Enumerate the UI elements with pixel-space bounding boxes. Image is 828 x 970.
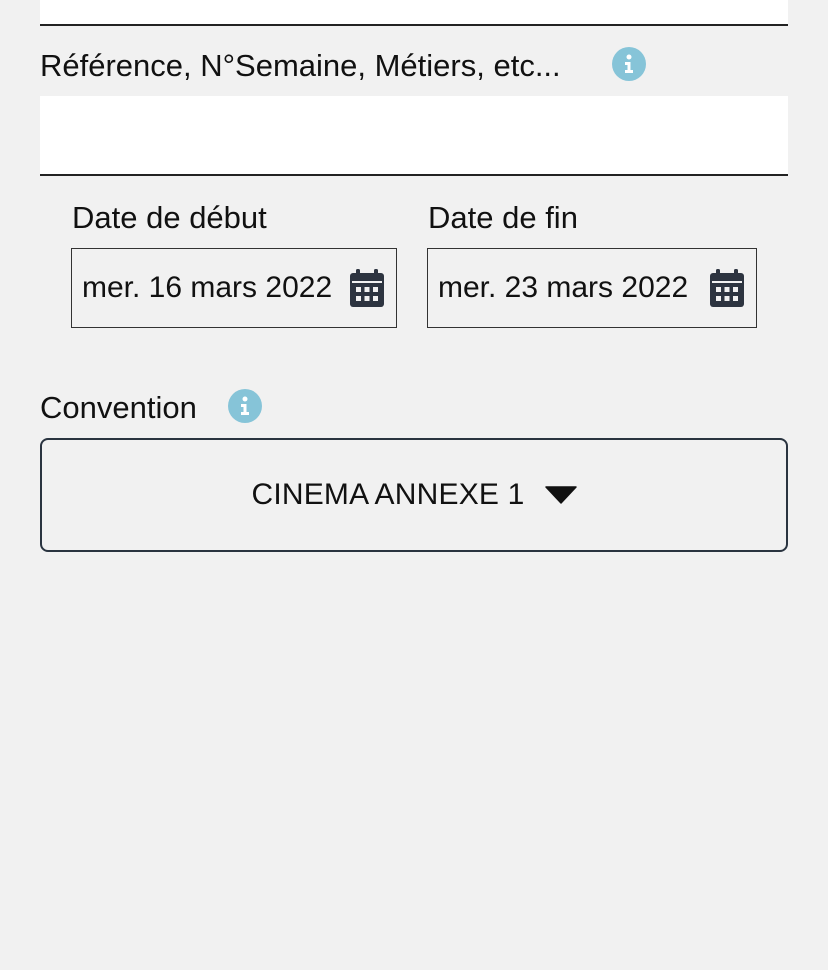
end-date-label: Date de fin [428, 200, 578, 235]
start-date-value: mer. 16 mars 2022 [82, 271, 333, 304]
convention-selected-value: CINEMA ANNEXE 1 [251, 478, 525, 511]
info-glyph [625, 54, 633, 73]
reference-input[interactable] [40, 96, 788, 176]
end-date-input[interactable]: mer. 23 mars 2022 [427, 248, 757, 328]
start-date-input[interactable]: mer. 16 mars 2022 [71, 248, 397, 328]
info-glyph [241, 396, 249, 415]
info-icon[interactable] [228, 389, 262, 423]
caret-down-icon [544, 486, 577, 504]
previous-input-field[interactable] [40, 0, 788, 26]
calendar-icon[interactable] [350, 269, 384, 307]
reference-label: Référence, N°Semaine, Métiers, etc... [40, 48, 561, 83]
convention-label: Convention [40, 390, 197, 425]
convention-select[interactable]: CINEMA ANNEXE 1 [40, 438, 788, 552]
start-date-label: Date de début [72, 200, 267, 235]
calendar-icon[interactable] [710, 269, 744, 307]
info-icon[interactable] [612, 47, 646, 81]
end-date-value: mer. 23 mars 2022 [438, 271, 689, 304]
